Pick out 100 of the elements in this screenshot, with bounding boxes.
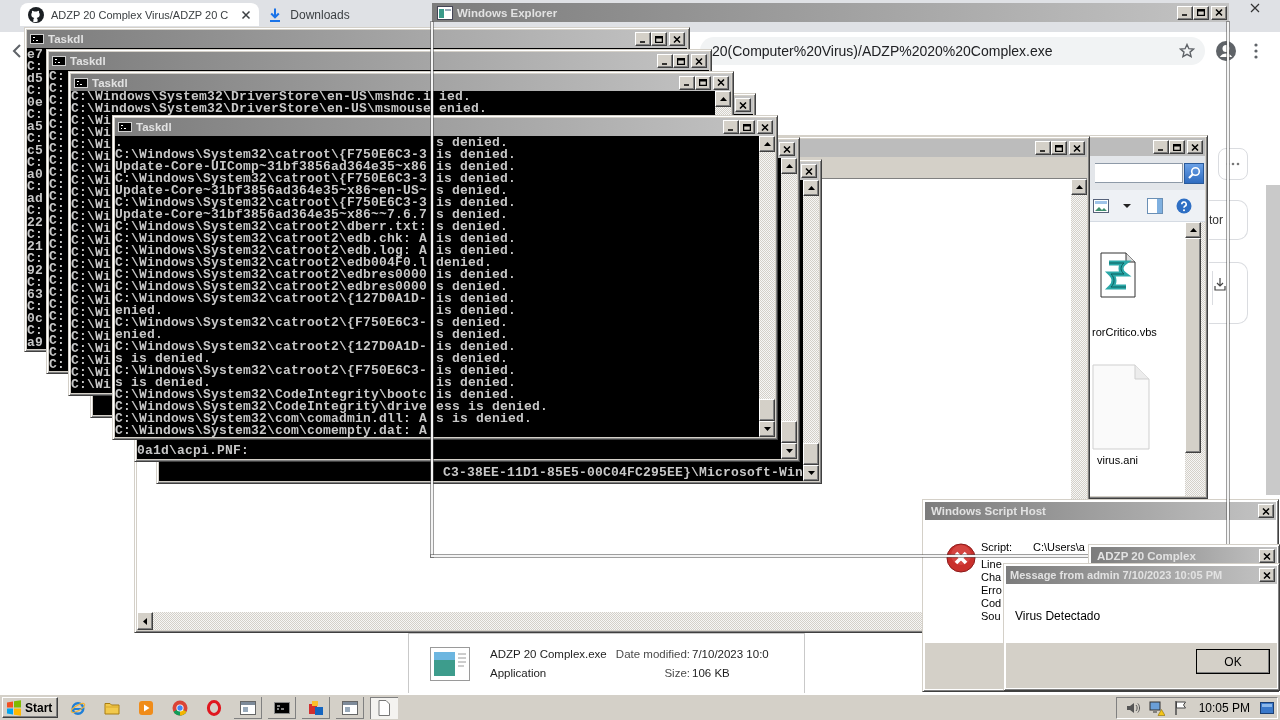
taskbar-button[interactable] bbox=[268, 696, 297, 719]
console-line: C:\Windows\System32\com\comempty.dat: A bbox=[115, 425, 428, 437]
console-icon bbox=[118, 122, 132, 132]
search-field[interactable] bbox=[1095, 163, 1183, 183]
preview-pane-icon[interactable] bbox=[1147, 197, 1163, 214]
console-line: C:\Wi bbox=[71, 235, 111, 247]
taskbar-button[interactable] bbox=[234, 696, 263, 719]
maximize-button[interactable] bbox=[651, 32, 667, 46]
close-button[interactable] bbox=[669, 32, 685, 46]
close-button[interactable] bbox=[713, 75, 729, 90]
file-item[interactable]: virus.ani bbox=[1092, 338, 1150, 466]
maximize-icon bbox=[677, 57, 685, 65]
download-icon[interactable] bbox=[1214, 277, 1226, 291]
scroll-up-button[interactable] bbox=[1185, 222, 1201, 238]
maximize-button[interactable] bbox=[1051, 141, 1067, 155]
scroll-left-button[interactable] bbox=[137, 612, 153, 630]
maximize-icon bbox=[699, 79, 707, 86]
console-line: 0e bbox=[27, 97, 43, 109]
console-line: C:\Wi bbox=[71, 187, 111, 199]
maximize-button[interactable] bbox=[739, 120, 755, 134]
file-type: Application bbox=[490, 665, 548, 681]
minimize-button[interactable] bbox=[635, 32, 651, 46]
scrollbar-thumb[interactable] bbox=[1266, 185, 1280, 495]
console-line: 22 bbox=[27, 217, 43, 229]
console-line: C: bbox=[49, 191, 65, 203]
scrollbar[interactable] bbox=[1185, 222, 1201, 496]
minimize-button[interactable] bbox=[1035, 141, 1051, 155]
network-icon[interactable] bbox=[1148, 699, 1165, 716]
scroll-down-button[interactable] bbox=[781, 443, 797, 459]
scroll-up-button[interactable] bbox=[715, 91, 731, 107]
close-button[interactable] bbox=[1069, 141, 1085, 155]
taskbar-button[interactable] bbox=[336, 696, 365, 719]
scroll-up-button[interactable] bbox=[759, 136, 775, 152]
console-line: C:\Windows\System32\DriverStore\en-US\mshdc.i ied. bbox=[71, 91, 472, 103]
browser-icon bbox=[70, 699, 87, 716]
ok-button[interactable]: OK bbox=[1196, 649, 1270, 674]
maximize-button[interactable] bbox=[1169, 140, 1185, 154]
scrollbar[interactable] bbox=[803, 180, 819, 481]
help-icon[interactable] bbox=[1176, 197, 1192, 214]
minimize-button[interactable] bbox=[1177, 5, 1193, 20]
close-button[interactable] bbox=[801, 164, 817, 178]
scroll-up-button[interactable] bbox=[1071, 179, 1087, 195]
close-button[interactable] bbox=[1259, 568, 1275, 582]
maximize-button[interactable] bbox=[1193, 5, 1209, 20]
minimize-button[interactable] bbox=[657, 54, 673, 68]
maximize-button[interactable] bbox=[695, 75, 711, 90]
menu-icon[interactable] bbox=[1254, 43, 1258, 59]
flag-icon[interactable] bbox=[1172, 699, 1189, 716]
caret-icon[interactable] bbox=[1123, 203, 1131, 208]
console-line: s is denied. bbox=[436, 413, 532, 425]
close-button[interactable] bbox=[735, 98, 751, 112]
more-button[interactable] bbox=[1218, 148, 1248, 180]
window-title: Windows Script Host bbox=[931, 505, 1046, 517]
close-button[interactable] bbox=[1259, 549, 1275, 563]
close-icon[interactable] bbox=[241, 9, 252, 20]
minimize-button[interactable] bbox=[723, 120, 739, 134]
console-line: is denied. bbox=[436, 377, 516, 389]
close-button[interactable] bbox=[1211, 5, 1227, 20]
scroll-down-button[interactable] bbox=[759, 421, 775, 437]
logo-icon bbox=[28, 6, 44, 23]
scrollbar[interactable] bbox=[781, 158, 797, 459]
maximize-button[interactable] bbox=[673, 54, 689, 68]
browser-tab[interactable]: Downloads bbox=[259, 3, 358, 26]
scrollbar-thumb[interactable] bbox=[1185, 238, 1201, 453]
console-line: Update-Core~31bf3856ad364e35~x86~en-US~ bbox=[115, 185, 428, 197]
console-line: C:\Wi bbox=[71, 271, 111, 283]
console-line: s denied. bbox=[436, 137, 508, 149]
start-button[interactable]: Start bbox=[2, 697, 59, 718]
star-icon[interactable] bbox=[1179, 43, 1195, 59]
close-button[interactable] bbox=[779, 142, 795, 156]
back-icon[interactable] bbox=[12, 43, 22, 59]
close-button[interactable] bbox=[1258, 504, 1274, 518]
console-line: is denied. bbox=[436, 197, 516, 209]
minimize-button[interactable] bbox=[1153, 140, 1169, 154]
console-line: C: bbox=[49, 299, 65, 311]
view-icon[interactable] bbox=[1093, 198, 1109, 213]
search-button[interactable] bbox=[1184, 162, 1204, 184]
file-item[interactable]: rorCritico.vbs bbox=[1092, 222, 1157, 338]
close-button[interactable] bbox=[1187, 140, 1203, 154]
scrollbar-thumb[interactable] bbox=[803, 443, 819, 465]
show-desktop-icon[interactable] bbox=[1260, 701, 1274, 714]
console-line: C:\Windows\System32\catroot\{F750E6C3-3 bbox=[115, 173, 428, 185]
close-button[interactable] bbox=[757, 120, 773, 134]
close-icon bbox=[1263, 571, 1271, 579]
console-line: Update-Core~31bf3856ad364e35~x86~~7.6.7 bbox=[115, 209, 428, 221]
browser-tab[interactable]: ADZP 20 Complex Virus/ADZP 20 C bbox=[20, 3, 260, 26]
scroll-up-button[interactable] bbox=[781, 158, 797, 174]
scroll-down-button[interactable] bbox=[803, 465, 819, 481]
address-bar[interactable]: 20(Computer%20Virus)/ADZP%2020%20Complex.exe bbox=[700, 37, 1205, 65]
close-button[interactable] bbox=[691, 54, 707, 68]
scrollbar-thumb[interactable] bbox=[781, 421, 797, 443]
down-arrow-icon bbox=[807, 471, 815, 475]
console-line: C:\Windows\System32\catroot2\edbres0000 bbox=[115, 281, 428, 293]
scrollbar[interactable] bbox=[759, 136, 775, 437]
side-card[interactable]: tor bbox=[1209, 200, 1248, 240]
close-icon bbox=[783, 145, 791, 153]
close-icon[interactable] bbox=[1250, 3, 1260, 13]
scroll-up-button[interactable] bbox=[803, 180, 819, 196]
minimize-button[interactable] bbox=[679, 75, 695, 90]
scrollbar-thumb[interactable] bbox=[759, 399, 775, 421]
